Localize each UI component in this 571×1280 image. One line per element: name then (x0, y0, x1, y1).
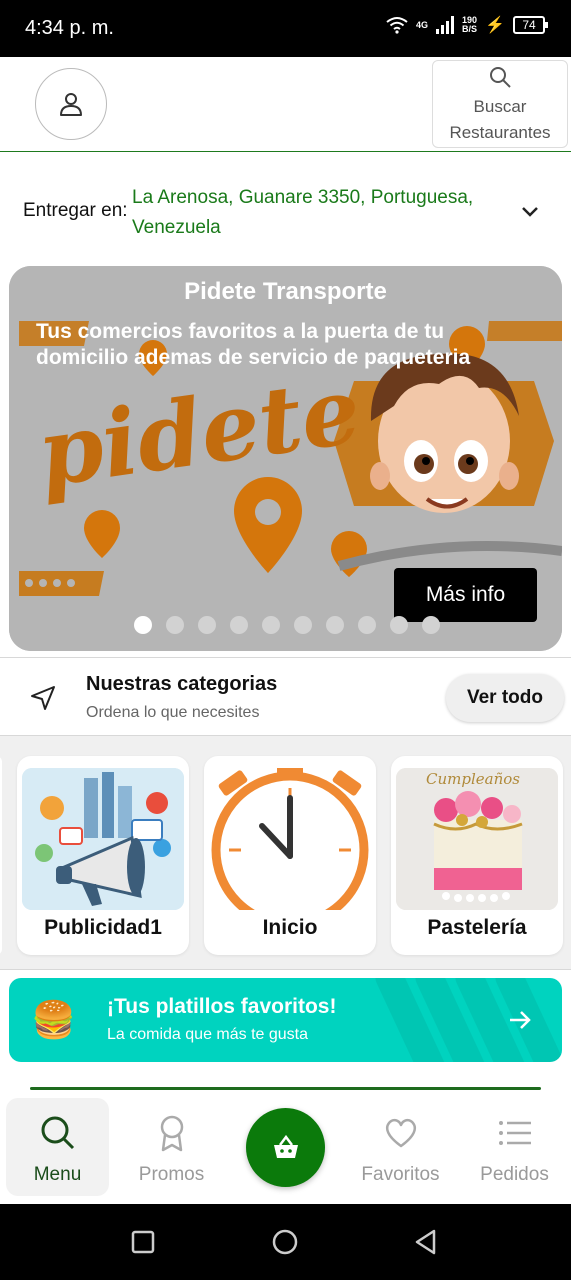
award-icon (160, 1115, 184, 1152)
category-name: Inicio (262, 916, 318, 939)
list-icon (499, 1121, 531, 1145)
nav-pedidos[interactable]: Pedidos (463, 1098, 566, 1196)
nav-label: Pedidos (480, 1164, 549, 1185)
basket-icon (273, 1134, 298, 1158)
battery-level: 74 (522, 18, 536, 32)
nav-label: Menu (33, 1164, 82, 1185)
search-icon (490, 67, 511, 88)
category-card-pasteleria[interactable]: Cumpleaños Pastelería (391, 756, 563, 955)
carousel-dot[interactable] (294, 616, 312, 634)
nav-label: Promos (138, 1164, 205, 1185)
categories-carousel[interactable]: Publicidad1 Inicio Cumpleaños Pastelería (0, 736, 571, 970)
battery-icon: 74 (513, 16, 548, 34)
stopwatch-image (209, 768, 371, 910)
delivery-address: La Arenosa, Guanare 3350, Portuguesa, Ve… (132, 187, 474, 238)
back-button-icon[interactable] (412, 1228, 440, 1256)
category-card-partial[interactable] (0, 756, 2, 955)
promo-title: ¡Tus platillos favoritos! (107, 995, 337, 1018)
user-icon (60, 93, 82, 116)
banner-title: Pidete Transporte (184, 278, 387, 305)
signal-icon (436, 16, 455, 34)
banner-subtitle: Tus comercios favoritos a la puerta de t… (36, 320, 471, 369)
carousel-dot[interactable] (422, 616, 440, 634)
system-navigation-bar (0, 1204, 571, 1280)
profile-button[interactable] (35, 68, 107, 140)
cart-button[interactable] (246, 1108, 325, 1187)
delivery-address-selector[interactable]: Entregar en: La Arenosa, Guanare 3350, P… (0, 152, 571, 262)
search-label-2: Restaurantes (449, 123, 551, 142)
arrow-right-icon (510, 1011, 531, 1029)
more-info-button[interactable]: Más info (394, 568, 537, 622)
burger-icon: 🍔 (31, 999, 76, 1040)
categories-subtitle: Ordena lo que necesites (86, 704, 260, 721)
app-header: Buscar Restaurantes (0, 57, 571, 152)
recents-button-icon[interactable] (129, 1228, 157, 1256)
category-name: Publicidad1 (44, 916, 162, 939)
category-card-inicio[interactable]: Inicio (204, 756, 376, 955)
categories-title: Nuestras categorias (86, 673, 278, 695)
carousel-dots (134, 616, 440, 634)
carousel-dot[interactable] (390, 616, 408, 634)
carousel-dot[interactable] (230, 616, 248, 634)
favorite-dishes-banner[interactable]: 🍔 ¡Tus platillos favoritos! La comida qu… (9, 978, 562, 1062)
wifi-icon (386, 17, 408, 34)
chevron-down-icon[interactable] (519, 200, 541, 222)
category-name: Pastelería (427, 916, 527, 939)
bottom-navigation: Menu Promos Favoritos Pedidos (0, 1090, 571, 1204)
nav-promos[interactable]: Promos (120, 1098, 223, 1196)
nav-menu[interactable]: Menu (6, 1098, 109, 1196)
carousel-dot[interactable] (326, 616, 344, 634)
megaphone-image (22, 768, 184, 910)
nav-label: Favoritos (361, 1164, 440, 1185)
data-speed: 190 B/S (462, 16, 477, 34)
speed-unit: B/S (462, 24, 478, 34)
carousel-dot[interactable] (262, 616, 280, 634)
home-button-icon[interactable] (271, 1228, 299, 1256)
status-bar: 4:34 p. m. 4G 190 B/S ⚡ 74 (0, 0, 571, 57)
heart-icon (385, 1118, 417, 1148)
carousel-dot[interactable] (198, 616, 216, 634)
status-icons: 4G 190 B/S ⚡ 74 (386, 15, 548, 35)
status-time: 4:34 p. m. (25, 17, 114, 39)
navigation-arrow-icon (31, 686, 55, 710)
network-type: 4G (416, 19, 429, 30)
search-label: Buscar (473, 97, 527, 116)
promo-subtitle: La comida que más te gusta (107, 1026, 309, 1043)
promo-banner-carousel[interactable]: pidete Pidete Transporte Tus comercios f… (9, 266, 562, 651)
view-all-button[interactable]: Ver todo (446, 674, 564, 722)
cake-image: Cumpleaños (396, 768, 558, 910)
cake-topper-text: Cumpleaños (426, 770, 520, 788)
carousel-dot[interactable] (134, 616, 152, 634)
categories-header: Nuestras categorias Ordena lo que necesi… (0, 657, 571, 736)
search-restaurants-button[interactable]: Buscar Restaurantes (432, 60, 568, 148)
category-card-publicidad[interactable]: Publicidad1 (17, 756, 189, 955)
search-icon (41, 1116, 75, 1150)
charging-icon: ⚡ (485, 17, 505, 34)
carousel-dot[interactable] (166, 616, 184, 634)
deliver-label: Entregar en: (23, 200, 128, 221)
nav-favoritos[interactable]: Favoritos (349, 1098, 452, 1196)
carousel-dot[interactable] (358, 616, 376, 634)
